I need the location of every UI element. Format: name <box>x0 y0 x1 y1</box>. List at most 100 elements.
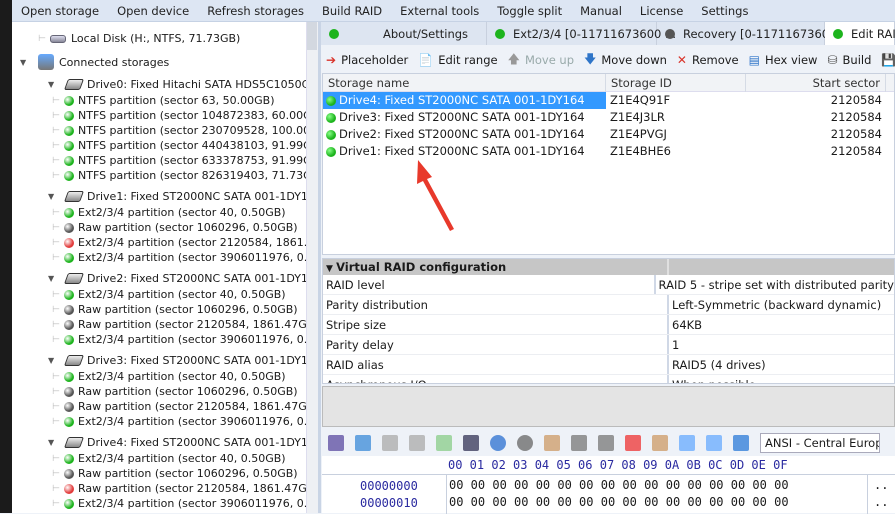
tree-item[interactable]: ⊢ Raw partition (sector 2120584, 1861.47G… <box>52 317 306 332</box>
hex-text[interactable]: .. <box>874 494 888 511</box>
tab-2[interactable]: Recovery [0-11711673600... <box>657 22 847 45</box>
edit-range-button[interactable]: 📄 Edit range <box>413 53 502 67</box>
section-header[interactable]: ▼ Virtual RAID configuration <box>323 259 894 275</box>
expand-arrow-icon[interactable]: ▼ <box>48 274 58 283</box>
tree-item[interactable]: ⊢ Ext2/3/4 partition (sector 3906011976, … <box>52 414 306 429</box>
tree-item[interactable]: ⊢ Ext2/3/4 partition (sector 3906011976, … <box>52 496 306 511</box>
tree-item[interactable]: ⊢ Raw partition (sector 1060296, 0.50GB) <box>52 466 298 481</box>
expand-arrow-icon[interactable]: ▼ <box>48 192 58 201</box>
table-row[interactable]: Drive2: Fixed ST2000NC SATA 001-1DY164 Z1… <box>323 126 894 143</box>
expand-arrow-icon[interactable]: ▼ <box>20 58 30 67</box>
menu-open-device[interactable]: Open device <box>108 4 198 18</box>
menu-manual[interactable]: Manual <box>571 4 631 18</box>
hex-bytes[interactable]: 00 00 00 00 00 00 00 00 00 00 00 00 00 0… <box>449 494 789 511</box>
tree-item[interactable]: ⊢ Ext2/3/4 partition (sector 40, 0.50GB) <box>52 369 286 384</box>
property-row[interactable]: Parity delay 1 <box>323 335 894 355</box>
remove-button[interactable]: ✕ Remove <box>672 53 744 67</box>
menu-toggle-split[interactable]: Toggle split <box>488 4 571 18</box>
property-value[interactable]: When possible <box>669 375 756 383</box>
property-row[interactable]: Parity distribution Left-Symmetric (backw… <box>323 295 894 315</box>
property-value[interactable]: 1 <box>669 335 679 354</box>
select-all-icon[interactable] <box>355 435 371 451</box>
tree-item[interactable]: ⊢ Ext2/3/4 partition (sector 3906011976, … <box>52 250 306 265</box>
menu-external-tools[interactable]: External tools <box>391 4 488 18</box>
storage-tree[interactable]: ⊢ Local Disk (H:, NTFS, 71.73GB) ▼ Connecte… <box>12 22 306 513</box>
paste-icon[interactable] <box>436 435 452 451</box>
property-row[interactable]: Asynchronous I/OWhen possible <box>323 375 894 383</box>
table-row[interactable]: Drive3: Fixed ST2000NC SATA 001-1DY164 Z1… <box>323 109 894 126</box>
save-button[interactable]: 💾Save <box>876 53 895 67</box>
move-down-button[interactable]: 🡇 Move down <box>579 50 672 71</box>
column-storage-name[interactable]: Storage name <box>323 74 606 92</box>
tree-item[interactable]: ⊢ NTFS partition (sector 230709528, 100.0… <box>52 123 306 138</box>
hex-view[interactable]: 00000000 00 00 00 00 00 00 00 00 00 00 00… <box>322 474 895 514</box>
column-start-sector[interactable]: Start sector <box>746 74 886 92</box>
table-row[interactable]: Drive4: Fixed ST2000NC SATA 001-1DY164 Z1… <box>323 92 894 109</box>
tree-item[interactable]: ⊢ Ext2/3/4 partition (sector 40, 0.50GB) <box>52 205 286 220</box>
property-row[interactable]: RAID alias RAID5 (4 drives) <box>323 355 894 375</box>
tab-0[interactable]: About/Settings <box>321 22 487 45</box>
clipboard-icon[interactable] <box>544 435 560 451</box>
tree-scrollbar[interactable] <box>306 22 318 513</box>
property-value[interactable]: RAID 5 - stripe set with distributed par… <box>656 275 894 294</box>
move-up-button[interactable]: 🡅 Move up <box>503 50 579 71</box>
menu-open-storage[interactable]: Open storage <box>12 4 108 18</box>
tree-item[interactable]: ⊢ NTFS partition (sector 633378753, 91.99… <box>52 153 306 168</box>
bookmark-icon[interactable] <box>652 435 668 451</box>
property-row[interactable]: RAID level RAID 5 - stripe set with distr… <box>323 275 894 295</box>
tree-item[interactable]: ⊢ NTFS partition (sector 63, 50.00GB) <box>52 93 275 108</box>
forward-icon[interactable] <box>517 435 533 451</box>
table-row[interactable]: Drive1: Fixed ST2000NC SATA 001-1DY164 Z1… <box>323 143 894 160</box>
menu-refresh-storages[interactable]: Refresh storages <box>198 4 313 18</box>
go-start-icon[interactable] <box>571 435 587 451</box>
back-icon[interactable] <box>490 435 506 451</box>
build-button[interactable]: ⛁ Build <box>822 53 876 67</box>
tree-item[interactable]: ▼ Connected storages <box>20 53 169 71</box>
copy-icon[interactable] <box>382 435 398 451</box>
hex-view-button[interactable]: ▤ Hex view <box>744 53 823 67</box>
menu-settings[interactable]: Settings <box>692 4 757 18</box>
tree-item[interactable]: ▼ Drive4: Fixed ST2000NC SATA 001-1DY164 <box>48 433 306 451</box>
flag-icon[interactable] <box>625 435 641 451</box>
collapse-icon[interactable]: ▼ <box>326 264 336 274</box>
tree-item[interactable]: ▼ Drive0: Fixed Hitachi SATA HDS5C1050CLA… <box>48 75 306 93</box>
menu-build-raid[interactable]: Build RAID <box>313 4 391 18</box>
hex-bytes[interactable]: 00 00 00 00 00 00 00 00 00 00 00 00 00 0… <box>449 477 789 494</box>
placeholder-button[interactable]: ➔ Placeholder <box>321 53 413 67</box>
tree-scrollbar-thumb[interactable] <box>307 22 317 50</box>
tree-item[interactable]: ▼ Drive3: Fixed ST2000NC SATA 001-1DY164 <box>48 351 306 369</box>
tree-item[interactable]: ⊢ Raw partition (sector 2120584, 1861.47G… <box>52 481 306 496</box>
property-value[interactable]: Left-Symmetric (backward dynamic) <box>669 295 881 314</box>
tree-item[interactable]: ⊢ NTFS partition (sector 104872383, 60.00… <box>52 108 306 123</box>
tree-item[interactable]: ⊢ NTFS partition (sector 440438103, 91.99… <box>52 138 306 153</box>
menu-license[interactable]: License <box>631 4 692 18</box>
property-value[interactable]: 64KB <box>669 315 702 334</box>
tree-item[interactable]: ⊢ Ext2/3/4 partition (sector 2120584, 186… <box>52 235 306 250</box>
tree-item[interactable]: ⊢ Ext2/3/4 partition (sector 3906011976, … <box>52 332 306 347</box>
expand-arrow-icon[interactable]: ▼ <box>48 356 58 365</box>
property-row[interactable]: Stripe size 64KB <box>323 315 894 335</box>
go-end-icon[interactable] <box>598 435 614 451</box>
tab-1[interactable]: Ext2/3/4 [0-11711673600 ... <box>487 22 676 45</box>
tree-item[interactable]: ⊢ Ext2/3/4 partition (sector 40, 0.50GB) <box>52 451 286 466</box>
find-icon[interactable] <box>463 435 479 451</box>
tree-item[interactable]: ⊢ Raw partition (sector 1060296, 0.50GB) <box>52 302 298 317</box>
save-icon[interactable] <box>328 435 344 451</box>
tree-item[interactable]: ⊢ Local Disk (H:, NTFS, 71.73GB) <box>38 31 240 46</box>
tab-3[interactable]: Edit RAID <box>825 22 895 45</box>
offset-icon[interactable] <box>679 435 695 451</box>
tree-item[interactable]: ⊢ Raw partition (sector 1060296, 0.50GB) <box>52 384 298 399</box>
panel-splitter[interactable] <box>318 22 321 513</box>
sync-icon[interactable] <box>733 435 749 451</box>
tree-item[interactable]: ⊢ Ext2/3/4 partition (sector 40, 0.50GB) <box>52 287 286 302</box>
offset2-icon[interactable] <box>706 435 722 451</box>
encoding-select[interactable]: ANSI - Central Europe <box>760 433 880 453</box>
tree-item[interactable]: ⊢ Raw partition (sector 2120584, 1861.47G… <box>52 399 306 414</box>
tree-item[interactable]: ⊢ NTFS partition (sector 826319403, 71.73… <box>52 168 306 183</box>
tree-item[interactable]: ▼ Drive2: Fixed ST2000NC SATA 001-1DY164 <box>48 269 306 287</box>
expand-arrow-icon[interactable]: ▼ <box>48 438 58 447</box>
tree-item[interactable]: ▼ Drive1: Fixed ST2000NC SATA 001-1DY164 <box>48 187 306 205</box>
expand-arrow-icon[interactable]: ▼ <box>48 80 58 89</box>
column-storage-id[interactable]: Storage ID <box>606 74 746 92</box>
copy-hex-icon[interactable] <box>409 435 425 451</box>
